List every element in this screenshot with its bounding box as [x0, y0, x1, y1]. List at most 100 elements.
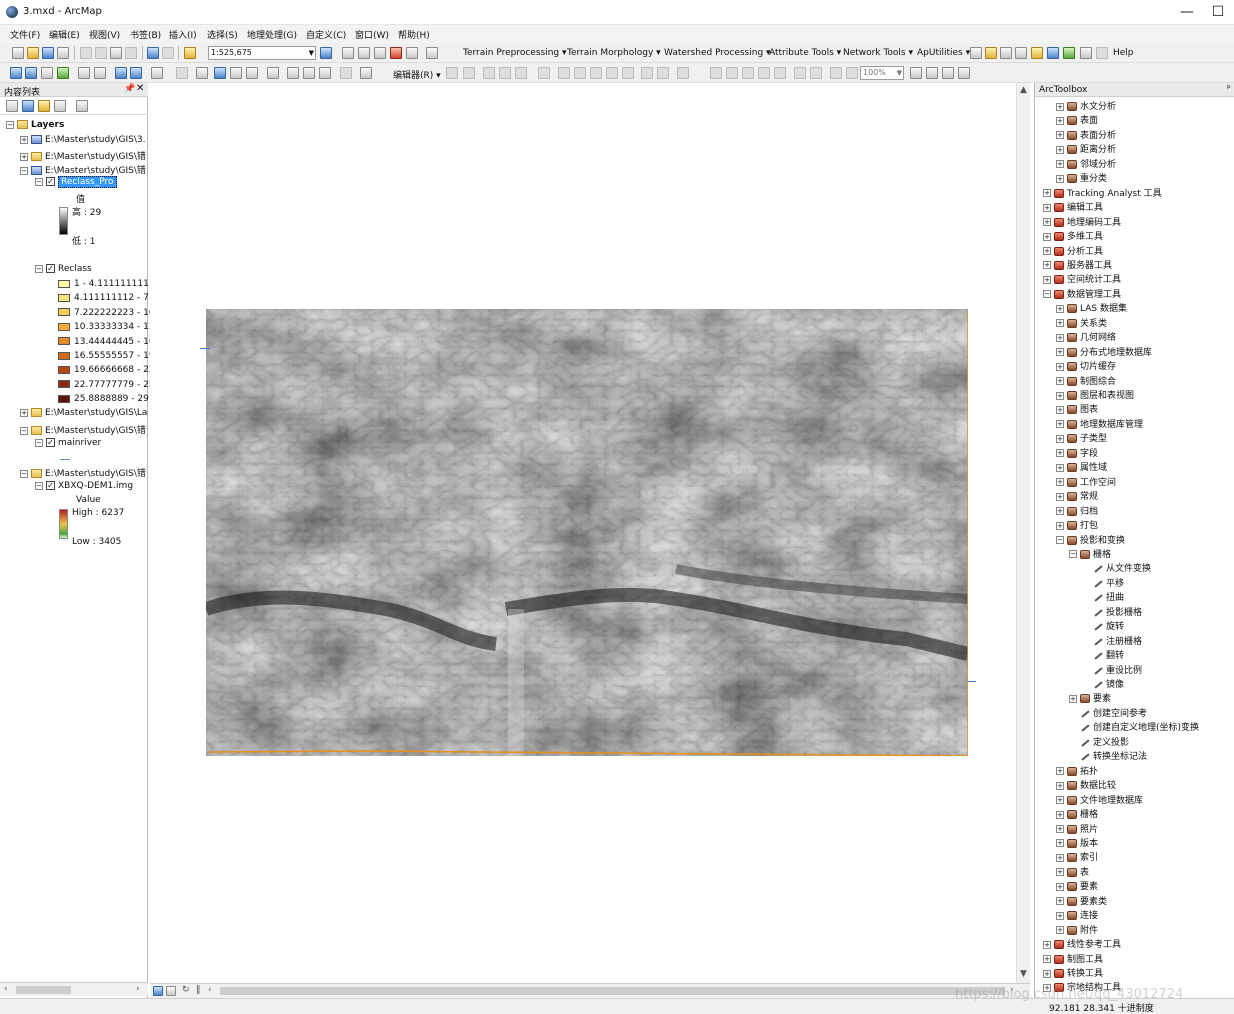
collapse-icon[interactable]: −: [35, 481, 43, 490]
expand-icon[interactable]: +: [1056, 116, 1064, 125]
search-window-icon[interactable]: [374, 47, 386, 59]
hydro-tool-icon[interactable]: [970, 47, 982, 59]
aputilities-menu[interactable]: ApUtilities ▾: [917, 48, 970, 58]
rotate-icon[interactable]: [622, 67, 634, 79]
toolbox-item[interactable]: + Tracking Analyst 工具: [1043, 186, 1162, 200]
toolbox-item[interactable]: + 空间统计工具: [1043, 272, 1121, 286]
toolbox-tool-item[interactable]: 转换坐标记法: [1069, 749, 1147, 763]
toc-layer-row[interactable]: + E:\Master\study\GIS\3.: [20, 135, 145, 149]
save-icon[interactable]: [42, 47, 54, 59]
focus-data-frame-icon[interactable]: [926, 67, 938, 79]
layout-pan-icon[interactable]: [758, 67, 770, 79]
sketch-properties-icon[interactable]: [657, 67, 669, 79]
fixed-layout-zoom-icon[interactable]: [810, 67, 822, 79]
expand-icon[interactable]: +: [1056, 853, 1064, 862]
scroll-left-icon[interactable]: ‹: [208, 985, 212, 995]
toolbox-item[interactable]: + 分析工具: [1043, 244, 1103, 258]
collapse-icon[interactable]: −: [20, 469, 28, 478]
edit-tool-icon[interactable]: [446, 67, 458, 79]
toc-layer-reclass-pro[interactable]: − ✓ Reclass_Pro: [35, 176, 117, 191]
go-to-xy-icon[interactable]: [319, 67, 331, 79]
toolbox-tool-item[interactable]: 翻转: [1082, 648, 1124, 662]
toc-layer-row[interactable]: + E:\Master\study\GIS\La: [20, 408, 147, 422]
visibility-checkbox[interactable]: ✓: [46, 438, 55, 447]
class-color-swatch[interactable]: [58, 365, 70, 374]
expand-icon[interactable]: +: [1056, 882, 1064, 891]
toolset-item[interactable]: + 版本: [1056, 836, 1098, 850]
map-vertical-scrollbar[interactable]: ▲ ▼: [1016, 83, 1030, 983]
toolset-item[interactable]: + 拓扑: [1056, 764, 1098, 778]
expand-icon[interactable]: +: [1056, 304, 1064, 313]
scroll-down-icon[interactable]: ▼: [1020, 969, 1027, 979]
expand-icon[interactable]: +: [1056, 102, 1064, 111]
maximize-button[interactable]: ☐: [1204, 2, 1232, 22]
back-icon[interactable]: [115, 67, 127, 79]
straight-segment-icon[interactable]: [483, 67, 495, 79]
expand-icon[interactable]: +: [1056, 767, 1064, 776]
toolset-item[interactable]: + 邻域分析: [1056, 157, 1116, 171]
toc-layer-mainriver[interactable]: − ✓ mainriver: [35, 438, 101, 452]
class-color-swatch[interactable]: [58, 279, 70, 288]
visibility-checkbox[interactable]: ✓: [46, 177, 55, 186]
toc-layer-reclass[interactable]: − ✓ Reclass: [35, 264, 92, 278]
scroll-right-icon[interactable]: ›: [136, 984, 140, 994]
map-scale-combo[interactable]: 1:525,675 ▼: [208, 46, 316, 60]
toolset-item[interactable]: + 表: [1056, 865, 1089, 879]
expand-icon[interactable]: +: [1056, 521, 1064, 530]
pause-drawing-icon[interactable]: ‖: [196, 985, 201, 995]
toolbox-item[interactable]: + 地理编码工具: [1043, 215, 1121, 229]
toolset-item[interactable]: + 制图综合: [1056, 374, 1116, 388]
expand-icon[interactable]: +: [1056, 145, 1064, 154]
expand-icon[interactable]: +: [1056, 463, 1064, 472]
toolset-item[interactable]: + 要素类: [1056, 894, 1107, 908]
pin-icon[interactable]: ᵖ: [1227, 84, 1231, 94]
scrollbar-thumb[interactable]: [16, 986, 71, 994]
expand-icon[interactable]: +: [1056, 434, 1064, 443]
toolbox-item[interactable]: + 线性参考工具: [1043, 937, 1121, 951]
expand-icon[interactable]: +: [1056, 362, 1064, 371]
expand-icon[interactable]: +: [1056, 348, 1064, 357]
expand-icon[interactable]: +: [1056, 391, 1064, 400]
expand-icon[interactable]: +: [1056, 507, 1064, 516]
select-features-icon[interactable]: [710, 67, 722, 79]
scrollbar-thumb[interactable]: [220, 987, 1005, 995]
clear-selection-icon[interactable]: [176, 67, 188, 79]
expand-icon[interactable]: +: [1056, 492, 1064, 501]
trace-tool-icon[interactable]: [515, 67, 527, 79]
toolset-item[interactable]: − 投影和变换: [1056, 533, 1125, 547]
toolset-item[interactable]: + 地理数据库管理: [1056, 417, 1143, 431]
paste-icon[interactable]: [110, 47, 122, 59]
expand-icon[interactable]: +: [1056, 420, 1064, 429]
toolset-item[interactable]: + 水文分析: [1056, 99, 1116, 113]
zoom-whole-page-icon[interactable]: [774, 67, 786, 79]
collapse-icon[interactable]: −: [35, 264, 43, 273]
reshape-icon[interactable]: [574, 67, 586, 79]
expand-icon[interactable]: +: [1043, 940, 1051, 949]
watershed-processing-menu[interactable]: Watershed Processing ▾: [664, 48, 771, 58]
toolbox-item[interactable]: + 编辑工具: [1043, 200, 1103, 214]
menu-help[interactable]: 帮助(H): [398, 28, 430, 41]
toolset-item[interactable]: + 切片缓存: [1056, 359, 1116, 373]
toolbox-tool-item[interactable]: 重设比例: [1082, 663, 1142, 677]
go-forward-extent-icon[interactable]: [846, 67, 858, 79]
toolbox-tool-item[interactable]: 从文件变换: [1082, 561, 1151, 575]
dem-raster-image[interactable]: [206, 309, 968, 756]
expand-icon[interactable]: +: [1043, 232, 1051, 241]
go-back-extent-icon[interactable]: [830, 67, 842, 79]
list-by-visibility-icon[interactable]: [38, 100, 50, 112]
find-icon[interactable]: [287, 67, 299, 79]
toc-horizontal-scrollbar[interactable]: ‹ ›: [0, 982, 148, 996]
toolset-item[interactable]: + 要素: [1069, 691, 1111, 705]
expand-icon[interactable]: +: [1056, 131, 1064, 140]
scroll-up-icon[interactable]: ▲: [1020, 85, 1027, 95]
toolbox-item[interactable]: + 转换工具: [1043, 966, 1103, 980]
expand-icon[interactable]: +: [1043, 969, 1051, 978]
menu-insert[interactable]: 插入(I): [169, 28, 197, 41]
expand-icon[interactable]: +: [1056, 174, 1064, 183]
expand-icon[interactable]: +: [1043, 203, 1051, 212]
globe-icon[interactable]: [1063, 47, 1075, 59]
toolset-item[interactable]: + 子类型: [1056, 431, 1107, 445]
expand-icon[interactable]: +: [1043, 218, 1051, 227]
expand-icon[interactable]: +: [20, 152, 28, 161]
toc-layer-row[interactable]: − E:\Master\study\GIS\错: [20, 466, 146, 480]
